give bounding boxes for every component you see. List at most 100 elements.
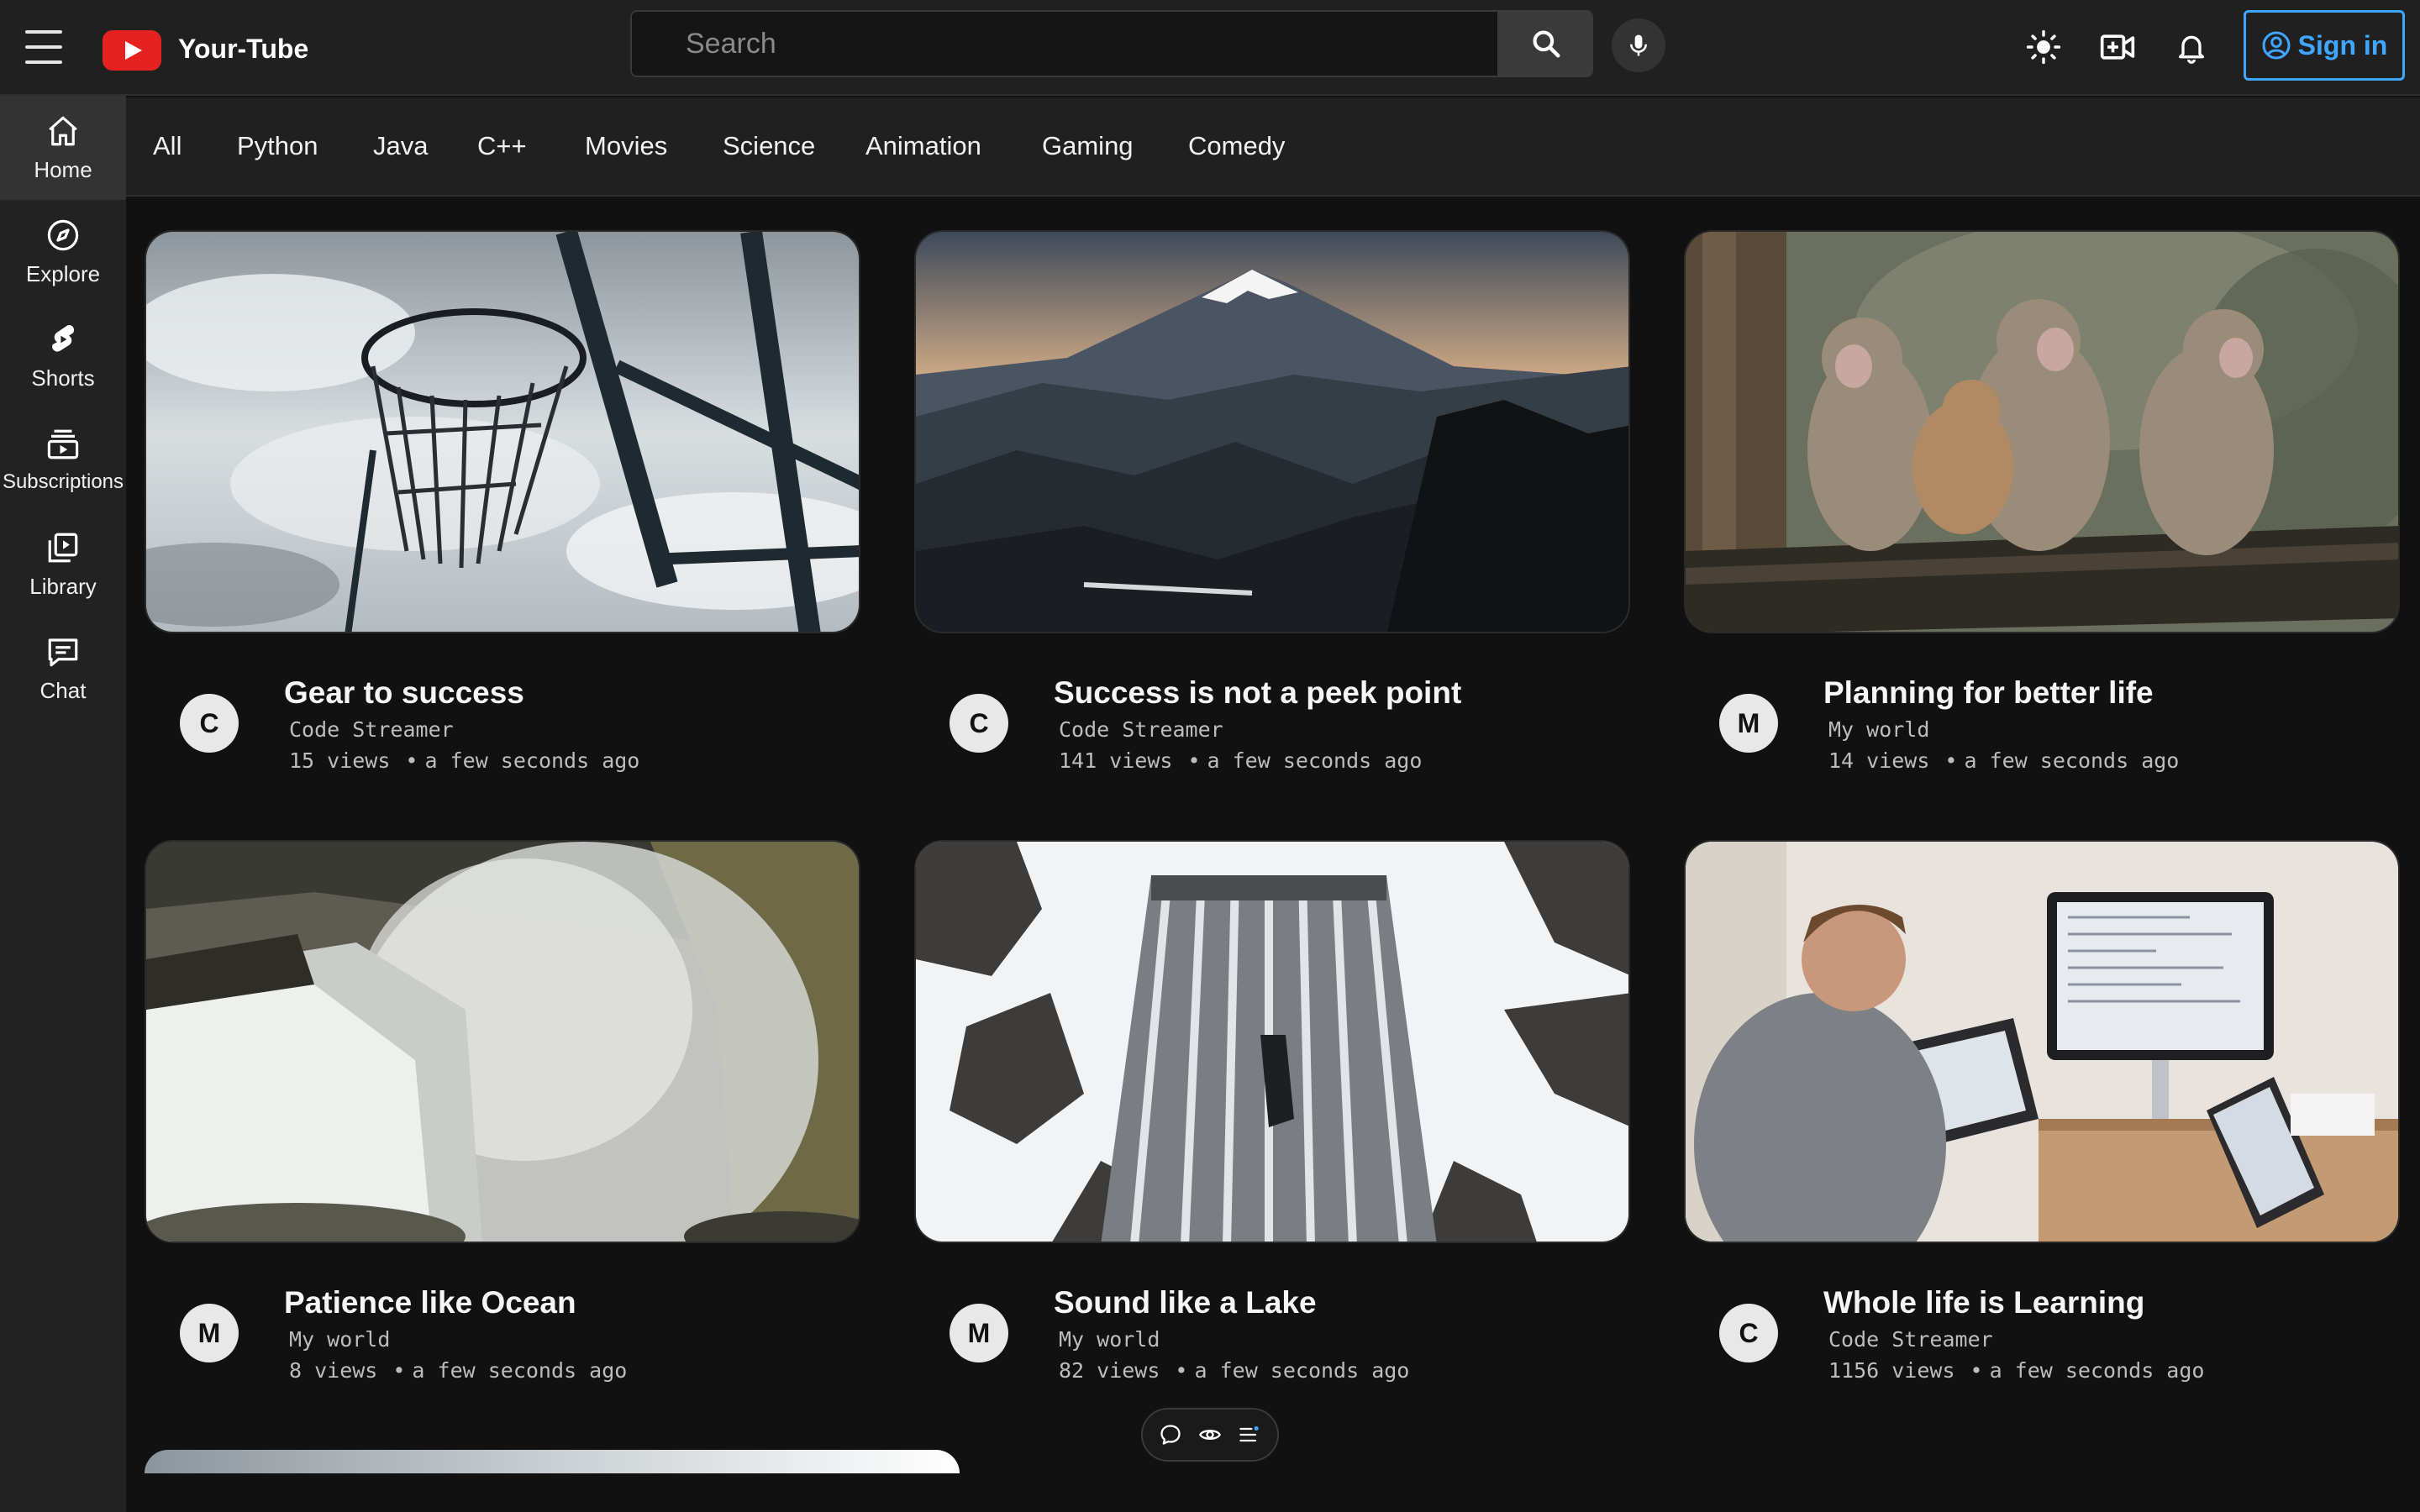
channel-name[interactable]: Code Streamer [289,717,454,742]
view-count: 15 views [289,748,391,773]
menu-icon[interactable] [25,30,62,64]
channel-avatar[interactable]: M [180,1304,239,1362]
separator-dot: • [1970,1358,1983,1383]
video-thumbnail-partial[interactable] [145,1450,960,1473]
theme-toggle-button[interactable] [2022,25,2065,69]
channel-avatar[interactable]: C [1719,1304,1778,1362]
channel-name[interactable]: My world [289,1327,390,1352]
eye-icon[interactable] [1198,1423,1222,1446]
sidebar-item-label: Shorts [31,365,95,391]
video-thumbnail[interactable] [145,840,860,1243]
home-icon [49,116,77,145]
video-title[interactable]: Planning for better life [1823,675,2154,711]
video-title[interactable]: Sound like a Lake [1054,1285,1317,1320]
floating-toolbar [1141,1408,1279,1462]
comment-icon[interactable] [1159,1423,1182,1446]
category-chip-python[interactable]: Python [237,128,318,165]
upload-time: a few seconds ago [412,1358,628,1383]
search-button[interactable] [1499,10,1593,77]
sidebar-item-home[interactable]: Home [0,96,126,200]
video-thumbnail[interactable] [914,230,1630,633]
separator-dot: • [1187,748,1201,773]
create-video-button[interactable] [2096,25,2139,69]
category-chip-animation[interactable]: Animation [865,128,981,165]
channel-avatar[interactable]: C [180,694,239,753]
channel-avatar[interactable]: M [1719,694,1778,753]
video-title[interactable]: Gear to success [284,675,524,711]
video-meta: 1156 views • a few seconds ago [1828,1358,2204,1383]
sidebar: Home Explore Shorts Subscriptions Librar… [0,96,126,1512]
channel-avatar[interactable]: C [950,694,1008,753]
video-meta: 141 views • a few seconds ago [1059,748,1422,773]
category-chip-java[interactable]: Java [373,128,428,165]
list-icon[interactable] [1238,1423,1261,1446]
channel-name[interactable]: My world [1059,1327,1160,1352]
upload-time: a few seconds ago [1989,1358,2205,1383]
user-circle-icon [2262,31,2291,60]
voice-search-button[interactable] [1612,18,1665,72]
shorts-icon [52,324,75,352]
separator-dot: • [1175,1358,1188,1383]
notifications-button[interactable] [2170,25,2213,69]
video-meta: 14 views • a few seconds ago [1828,748,2179,773]
library-icon [48,533,78,562]
sidebar-item-chat[interactable]: Chat [0,617,126,721]
channel-avatar[interactable]: M [950,1304,1008,1362]
view-count: 14 views [1828,748,1930,773]
logo-icon[interactable] [103,30,161,71]
search-input[interactable] [632,12,1497,76]
sidebar-item-label: Home [34,156,92,182]
sign-in-button[interactable]: Sign in [2244,10,2405,81]
video-thumbnail[interactable] [914,840,1630,1243]
sidebar-item-library[interactable]: Library [0,512,126,617]
video-title[interactable]: Whole life is Learning [1823,1285,2144,1320]
sign-in-label: Sign in [2297,29,2388,60]
separator-dot: • [405,748,418,773]
video-meta: 15 views • a few seconds ago [289,748,639,773]
sidebar-item-label: Chat [39,677,87,703]
category-chip-movies[interactable]: Movies [585,128,667,165]
sidebar-item-label: Subscriptions [2,470,124,493]
video-meta: 82 views • a few seconds ago [1059,1358,1409,1383]
upload-time: a few seconds ago [1964,748,2180,773]
video-title[interactable]: Patience like Ocean [284,1285,576,1320]
subscriptions-icon [47,429,79,459]
category-chip-cpp[interactable]: C++ [477,128,527,165]
video-meta: 8 views • a few seconds ago [289,1358,627,1383]
category-chip-all[interactable]: All [153,128,182,165]
video-title[interactable]: Success is not a peek point [1054,675,1461,711]
separator-dot: • [1944,748,1958,773]
channel-name[interactable]: Code Streamer [1828,1327,1993,1352]
category-chip-science[interactable]: Science [723,128,815,165]
category-chip-gaming[interactable]: Gaming [1042,128,1134,165]
upload-time: a few seconds ago [424,748,640,773]
chat-icon [48,638,78,666]
separator-dot: • [392,1358,406,1383]
view-count: 1156 views [1828,1358,1955,1383]
video-thumbnail[interactable] [1684,840,2400,1243]
search-icon [1533,30,1560,58]
channel-name[interactable]: My world [1828,717,1929,742]
upload-time: a few seconds ago [1207,748,1423,773]
sidebar-item-label: Library [29,573,97,599]
microphone-icon [1630,34,1647,56]
sidebar-item-shorts[interactable]: Shorts [0,304,126,408]
sun-icon [2026,29,2061,65]
top-bar: Your-Tube Search Sign in [0,0,2420,96]
channel-name[interactable]: Code Streamer [1059,717,1223,742]
video-thumbnail[interactable] [145,230,860,633]
category-chip-comedy[interactable]: Comedy [1188,128,1285,165]
sidebar-item-subscriptions[interactable]: Subscriptions [0,408,126,512]
app-name[interactable]: Your-Tube [178,32,308,66]
view-count: 141 views [1059,748,1173,773]
bell-icon [2179,35,2204,64]
video-thumbnail[interactable] [1684,230,2400,633]
compass-icon [47,219,79,250]
view-count: 8 views [289,1358,378,1383]
search-field[interactable] [630,10,1499,77]
upload-time: a few seconds ago [1194,1358,1410,1383]
view-count: 82 views [1059,1358,1160,1383]
category-bar: All Python Java C++ Movies Science Anima… [126,97,2420,197]
video-add-icon [2100,34,2135,60]
sidebar-item-explore[interactable]: Explore [0,200,126,304]
